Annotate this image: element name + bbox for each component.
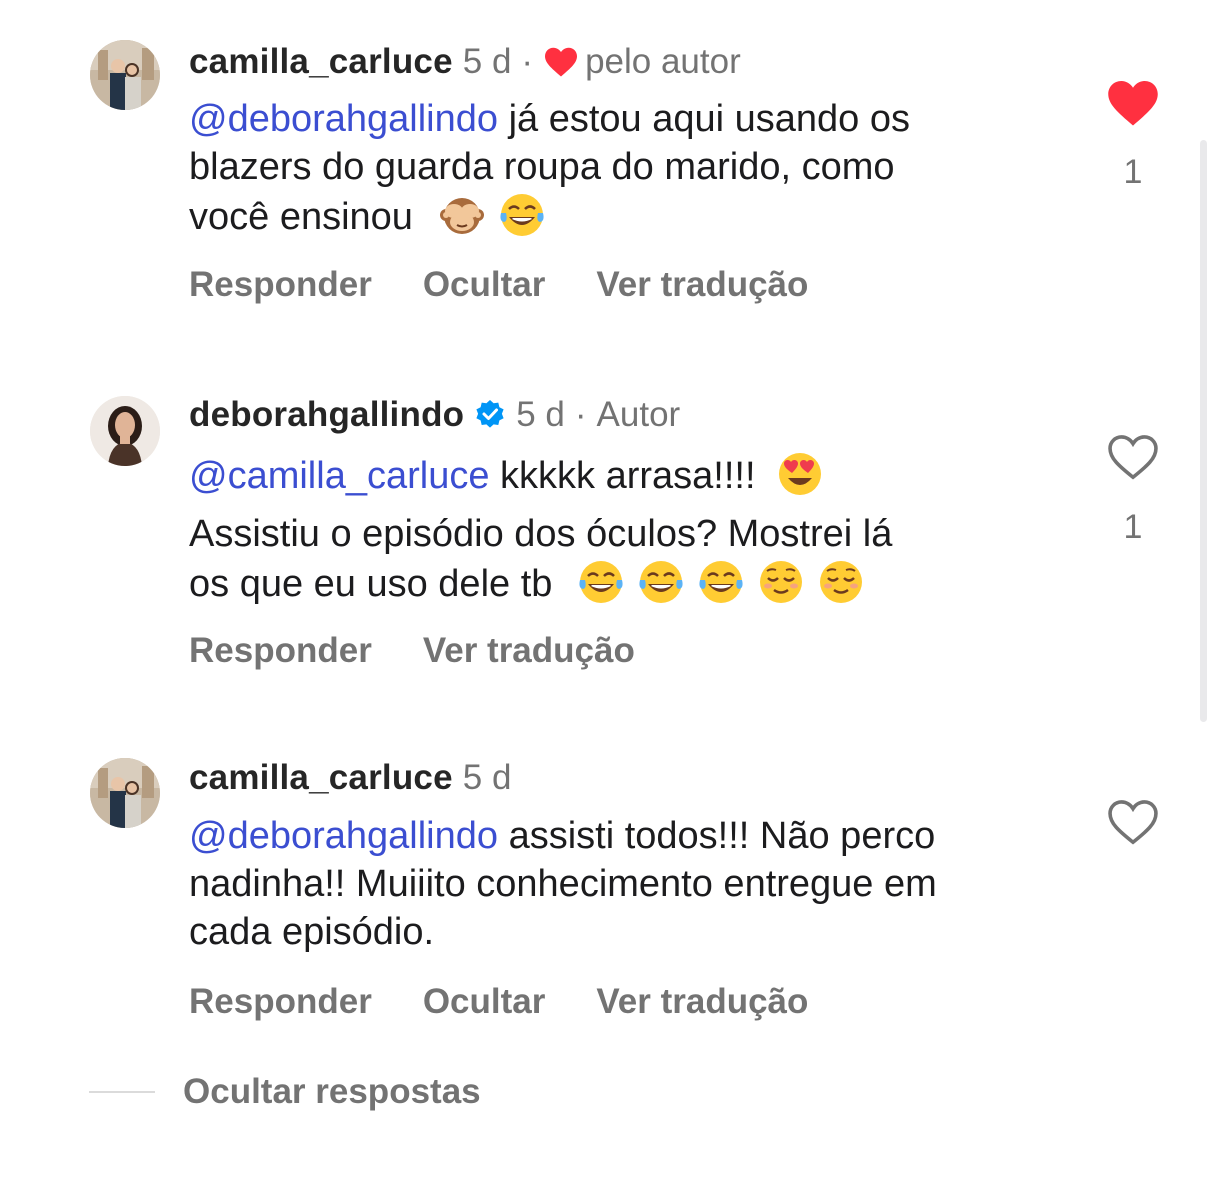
hide-replies-button[interactable]: Ocultar respostas	[89, 1072, 481, 1112]
like-count[interactable]: 1	[1108, 153, 1158, 192]
comment-actions: Responder Ocultar Ver tradução	[189, 265, 859, 305]
username[interactable]: deborahgallindo	[189, 395, 464, 435]
translate-button[interactable]: Ver tradução	[423, 631, 635, 671]
hide-button[interactable]: Ocultar	[423, 265, 546, 305]
comment-text: @deborahgallindo assisti todos!!! Não pe…	[189, 812, 937, 956]
separator: ·	[574, 395, 587, 434]
comment-actions: Responder Ocultar Ver tradução	[189, 982, 859, 1022]
mention-link[interactable]: @camilla_carluce	[189, 455, 489, 497]
comment-actions: Responder Ver tradução	[189, 631, 686, 671]
comment-line: os que eu uso dele tb	[189, 563, 553, 605]
like-button[interactable]	[1106, 432, 1160, 482]
reply-button[interactable]: Responder	[189, 265, 372, 305]
comment-text: @camilla_carluce kkkkk arrasa!!!! Assist…	[189, 450, 892, 606]
comment-header: camilla_carluce 5 d · pelo autor	[189, 40, 741, 84]
reply-button[interactable]: Responder	[189, 631, 372, 671]
heart-icon	[543, 46, 579, 78]
author-liked-label: pelo autor	[585, 42, 741, 81]
username[interactable]: camilla_carluce	[189, 42, 453, 82]
comment-line: blazers do guarda roupa do marido, como	[189, 146, 895, 188]
avatar[interactable]	[90, 396, 160, 466]
tears-of-joy-emoji	[498, 191, 546, 239]
scrollbar[interactable]	[1200, 140, 1207, 722]
heart-eyes-emoji	[776, 450, 824, 498]
reply-button[interactable]: Responder	[189, 982, 372, 1022]
relieved-face-emoji	[757, 558, 805, 606]
separator: ·	[521, 42, 534, 81]
like-button[interactable]	[1106, 78, 1160, 128]
tears-of-joy-emoji	[577, 558, 625, 606]
mention-link[interactable]: @deborahgallindo	[189, 815, 498, 857]
see-no-evil-monkey-emoji	[438, 191, 486, 239]
relieved-face-emoji	[817, 558, 865, 606]
comment-text: @deborahgallindo já estou aqui usando os…	[189, 95, 910, 239]
like-count[interactable]: 1	[1108, 508, 1158, 547]
avatar[interactable]	[90, 758, 160, 828]
avatar[interactable]	[90, 40, 160, 110]
translate-button[interactable]: Ver tradução	[596, 982, 808, 1022]
hide-button[interactable]: Ocultar	[423, 982, 546, 1022]
comment-line: cada episódio.	[189, 911, 435, 953]
verified-badge-icon	[474, 399, 506, 431]
comment-header: deborahgallindo 5 d · Autor	[189, 393, 680, 437]
tears-of-joy-emoji	[637, 558, 685, 606]
timestamp: 5 d	[462, 42, 512, 81]
comment-line: assisti todos!!! Não perco	[508, 815, 936, 857]
username[interactable]: camilla_carluce	[189, 758, 453, 798]
comment-line: kkkkk arrasa!!!!	[500, 455, 756, 497]
hide-replies-label: Ocultar respostas	[183, 1072, 481, 1111]
divider-line	[89, 1091, 155, 1093]
translate-button[interactable]: Ver tradução	[596, 265, 808, 305]
author-badge: Autor	[596, 395, 681, 434]
comment-line: Assistiu o episódio dos óculos? Mostrei …	[189, 513, 893, 555]
comment-line: já estou aqui usando os	[508, 98, 911, 140]
tears-of-joy-emoji	[697, 558, 745, 606]
comment-header: camilla_carluce 5 d	[189, 756, 511, 800]
mention-link[interactable]: @deborahgallindo	[189, 98, 498, 140]
timestamp: 5 d	[462, 758, 512, 797]
like-button[interactable]	[1106, 797, 1160, 847]
comment-line: nadinha!! Muiiito conhecimento entregue …	[189, 863, 937, 905]
timestamp: 5 d	[516, 395, 565, 434]
comment-line: você ensinou	[189, 196, 413, 238]
